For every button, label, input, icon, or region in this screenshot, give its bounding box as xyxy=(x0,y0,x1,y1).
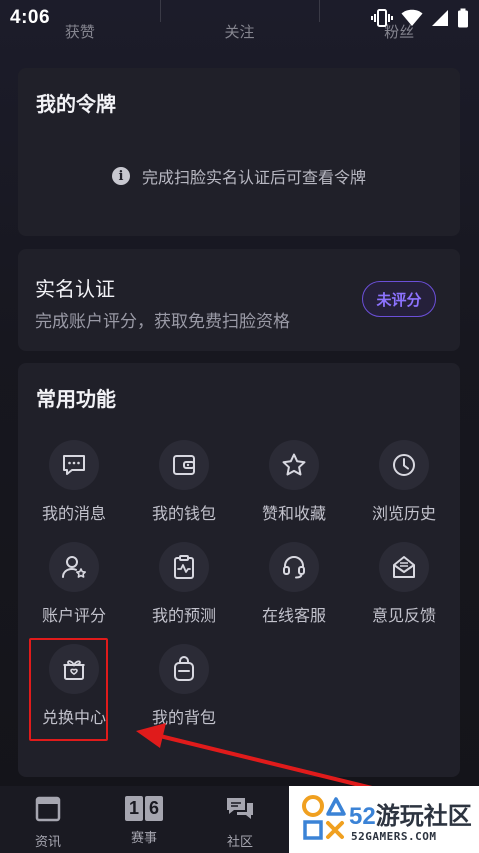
func-history[interactable]: 浏览历史 xyxy=(349,440,459,530)
message-icon xyxy=(49,440,99,490)
nav-community[interactable]: 社区 xyxy=(192,786,288,853)
func-label: 意见反馈 xyxy=(371,608,436,625)
wallet-icon xyxy=(159,440,209,490)
token-notice: i 完成扫脸实名认证后可查看令牌 xyxy=(18,164,460,188)
func-label: 赞和收藏 xyxy=(261,506,326,523)
vibrate-icon xyxy=(371,9,393,27)
func-label: 浏览历史 xyxy=(371,506,436,523)
func-favorites[interactable]: 赞和收藏 xyxy=(239,440,349,530)
func-label: 我的消息 xyxy=(41,506,106,523)
highlight-box xyxy=(29,638,108,741)
verify-title: 实名认证 xyxy=(35,279,115,301)
nav-matches[interactable]: 1 6 赛事 xyxy=(96,786,192,853)
clipboard-chart-icon xyxy=(159,542,209,592)
watermark-title: 52游玩社区 xyxy=(349,796,472,831)
verify-subtitle: 完成账户评分，获取免费扫脸资格 xyxy=(35,312,290,331)
user-star-icon xyxy=(49,542,99,592)
clock-icon xyxy=(379,440,429,490)
nav-news[interactable]: 资讯 xyxy=(0,786,96,853)
nav-label: 资讯 xyxy=(34,834,61,849)
func-label: 账户评分 xyxy=(41,608,106,625)
func-label: 我的背包 xyxy=(151,710,216,727)
func-predictions[interactable]: 我的预测 xyxy=(129,542,239,632)
watermark-logo xyxy=(302,795,346,840)
func-label: 我的预测 xyxy=(151,608,216,625)
rate-button[interactable]: 未评分 xyxy=(362,281,436,317)
backpack-icon xyxy=(159,644,209,694)
token-card: 我的令牌 i 完成扫脸实名认证后可查看令牌 xyxy=(18,68,460,236)
mail-icon xyxy=(379,542,429,592)
nav-label: 赛事 xyxy=(130,830,157,845)
func-customer-service[interactable]: 在线客服 xyxy=(239,542,349,632)
func-label: 在线客服 xyxy=(261,608,326,625)
status-icons xyxy=(371,8,469,28)
nav-label: 社区 xyxy=(226,834,253,849)
battery-icon xyxy=(457,8,469,28)
functions-title: 常用功能 xyxy=(36,389,116,411)
func-account-rating[interactable]: 账户评分 xyxy=(19,542,129,632)
match-icon: 1 6 xyxy=(125,796,163,821)
news-icon xyxy=(35,796,61,825)
verify-card[interactable]: 实名认证 完成账户评分，获取免费扫脸资格 未评分 xyxy=(18,249,460,351)
status-bar: 4:06 xyxy=(0,0,479,36)
match-digit: 6 xyxy=(145,796,163,821)
token-card-title: 我的令牌 xyxy=(36,94,116,116)
signal-icon xyxy=(431,9,449,27)
watermark-number: 52 xyxy=(349,803,376,830)
wifi-icon xyxy=(401,9,423,27)
match-digit: 1 xyxy=(125,796,143,821)
func-backpack[interactable]: 我的背包 xyxy=(129,644,239,734)
func-label: 我的钱包 xyxy=(151,506,216,523)
watermark: 52游玩社区 52GAMERS.COM xyxy=(289,786,479,853)
watermark-name: 游玩社区 xyxy=(375,803,472,830)
headset-icon xyxy=(269,542,319,592)
watermark-url: 52GAMERS.COM xyxy=(351,830,437,843)
func-feedback[interactable]: 意见反馈 xyxy=(349,542,459,632)
token-notice-text: 完成扫脸实名认证后可查看令牌 xyxy=(141,170,366,187)
star-icon xyxy=(269,440,319,490)
info-icon: i xyxy=(111,167,130,185)
func-wallet[interactable]: 我的钱包 xyxy=(129,440,239,530)
chat-icon xyxy=(225,796,255,825)
status-time: 4:06 xyxy=(10,7,51,28)
func-messages[interactable]: 我的消息 xyxy=(19,440,129,530)
